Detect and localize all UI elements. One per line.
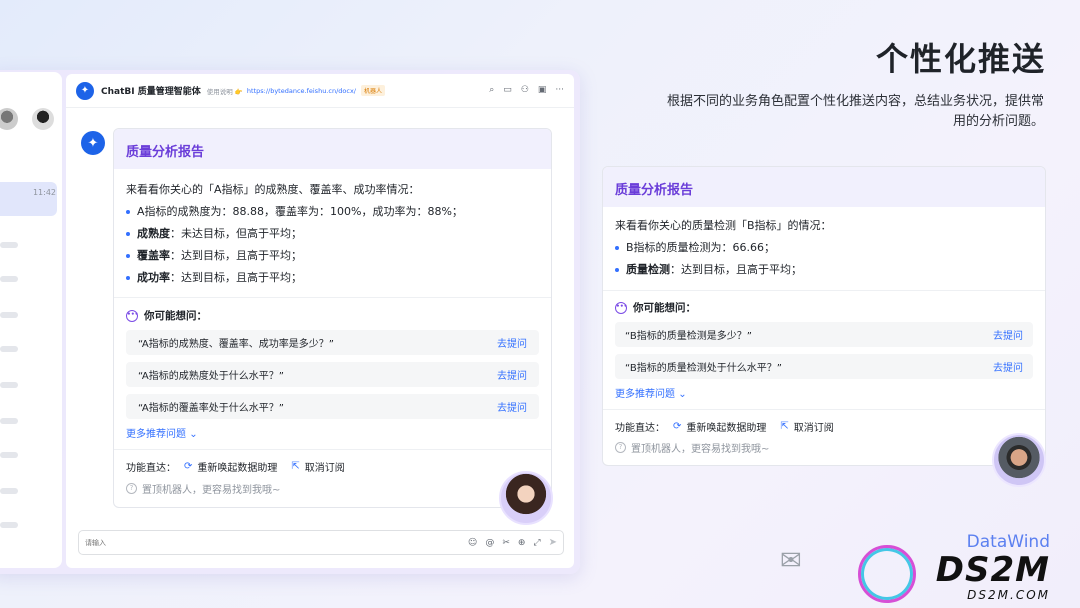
conversation-item[interactable] [0,452,18,458]
watermark-big: DS2M [935,550,1050,590]
more-suggestions-link[interactable]: 更多推荐问题 ⌄ [126,425,539,440]
conversation-item[interactable] [0,242,18,248]
search-icon[interactable]: ⌕ [489,85,494,95]
function-label: 功能直达： [126,463,176,474]
chevron-down-icon: ⌄ [189,429,198,440]
suggestion-row[interactable]: “B指标的质量检测是多少？” 去提问 [615,322,1033,347]
unsubscribe-button[interactable]: 取消订阅 [794,419,834,434]
function-label: 功能直达： [615,423,665,434]
add-member-icon[interactable]: ⚇ [521,85,529,95]
scissors-icon[interactable]: ✂ [502,537,510,549]
pin-tip: ? 置顶机器人，更容易找到我哦~ [615,440,1033,455]
function-shortcuts: 功能直达： ⟳ 重新唤起数据助理 ⇱ 取消订阅 [126,459,539,474]
unsubscribe-button[interactable]: 取消订阅 [305,459,345,474]
conversation-item[interactable] [0,488,18,494]
chat-bubble-icon: ••• [126,309,139,322]
report-bullet: A指标的成熟度为：88.88，覆盖率为：100%，成功率为：88%； [126,201,539,223]
pin-tip: ? 置顶机器人，更容易找到我哦~ [126,481,539,496]
watermark-small: DS2M.COM [967,588,1050,602]
question-icon: ? [615,442,626,453]
chat-doc-link[interactable]: https://bytedance.feishu.cn/docx/ [247,87,356,95]
chat-description: 使用说明 👉 [206,87,243,96]
plus-icon[interactable]: ⊕ [518,537,526,549]
conversation-item[interactable] [0,346,18,352]
suggestion-title: ••• 你可能想问： [126,309,207,322]
emoji-icon[interactable]: ☺ [468,537,477,549]
report-bullet: 成熟度：未达目标，但高于平均； [126,223,539,245]
question-icon: ? [126,483,137,494]
more-icon[interactable]: ··· [555,85,564,95]
assistant-avatar-man [992,433,1046,487]
report-bullet: 覆盖率：达到目标，且高于平均； [126,245,539,267]
suggestion-row[interactable]: “A指标的成熟度处于什么水平？” 去提问 [126,362,539,387]
slide-subtitle: 根据不同的业务角色配置个性化推送内容，总结业务状况，提供常用的分析问题。 [666,94,1044,129]
wechat-icon: ✉ [780,546,802,576]
chevron-down-icon: ⌄ [678,389,687,400]
assistant-avatar-woman [499,471,553,525]
message-input-box[interactable]: ☺ @ ✂ ⊕ ⤢ ➤ [78,530,564,555]
conversation-item[interactable] [0,382,18,388]
card-header: 质量分析报告 [114,129,551,169]
wake-assistant-button[interactable]: 重新唤起数据助理 [686,419,766,434]
video-icon[interactable]: ▭ [503,85,512,95]
wake-assistant-button[interactable]: 重新唤起数据助理 [197,459,277,474]
report-card: 质量分析报告 来看看你关心的「A指标」的成熟度、覆盖率、成功率情况： A指标的成… [113,128,552,508]
ask-button[interactable]: 去提问 [497,399,527,414]
unsubscribe-icon: ⇱ [291,461,300,472]
calendar-icon[interactable]: ▣ [538,85,547,95]
ask-button[interactable]: 去提问 [993,327,1023,342]
message-input[interactable] [85,538,415,547]
watermark: DataWind DS2M DS2M.COM [936,532,1050,602]
at-icon[interactable]: @ [485,537,494,549]
expand-icon[interactable]: ⤢ [533,537,540,549]
report-intro: 来看看你关心的「A指标」的成熟度、覆盖率、成功率情况： [126,183,420,196]
chat-bubble-icon: ••• [615,301,628,314]
send-icon[interactable]: ➤ [549,537,557,549]
chat-title: ChatBI 质量管理智能体 [101,87,201,97]
ds2m-logo-icon [858,545,916,603]
bot-avatar-icon: ✦ [81,131,105,155]
function-shortcuts: 功能直达： ⟳ 重新唤起数据助理 ⇱ 取消订阅 [615,419,1033,434]
report-intro: 来看看你关心的质量检测「B指标」的情况： [615,219,832,232]
conversation-time: 11:42 [32,188,56,197]
bot-tag: 机器人 [360,85,385,96]
more-suggestions-link[interactable]: 更多推荐问题 ⌄ [615,385,1033,400]
conversation-item[interactable] [0,276,18,282]
ask-button[interactable]: 去提问 [497,367,527,382]
conversation-item[interactable] [0,522,18,528]
avatar[interactable] [32,108,54,130]
slide-title: 个性化推送 [875,40,1046,78]
conversation-item[interactable] [0,418,18,424]
card-header: 质量分析报告 [603,167,1045,207]
chat-header: ✦ ChatBI 质量管理智能体 使用说明 👉 https://bytedanc… [66,74,574,108]
refresh-icon: ⟳ [184,461,193,472]
refresh-icon: ⟳ [673,421,682,432]
conversation-list: 11:42 [0,72,62,568]
report-bullet: B指标的质量检测为：66.66； [615,237,1033,259]
watermark-brand: DataWind [966,532,1050,552]
report-bullet: 成功率：达到目标，且高于平均； [126,267,539,289]
suggestion-row[interactable]: “A指标的覆盖率处于什么水平？” 去提问 [126,394,539,419]
report-card-preview: 质量分析报告 来看看你关心的质量检测「B指标」的情况： B指标的质量检测为：66… [602,166,1046,466]
suggestion-row[interactable]: “A指标的成熟度、覆盖率、成功率是多少？” 去提问 [126,330,539,355]
bot-logo-icon: ✦ [76,81,94,100]
unsubscribe-icon: ⇱ [780,421,789,432]
conversation-item[interactable] [0,312,18,318]
report-bullet: 质量检测：达到目标，且高于平均； [615,259,1033,281]
ask-button[interactable]: 去提问 [497,335,527,350]
ask-button[interactable]: 去提问 [993,359,1023,374]
suggestion-title: ••• 你可能想问： [615,301,696,314]
avatar[interactable] [0,108,18,130]
suggestion-row[interactable]: “B指标的质量检测处于什么水平？” 去提问 [615,354,1033,379]
